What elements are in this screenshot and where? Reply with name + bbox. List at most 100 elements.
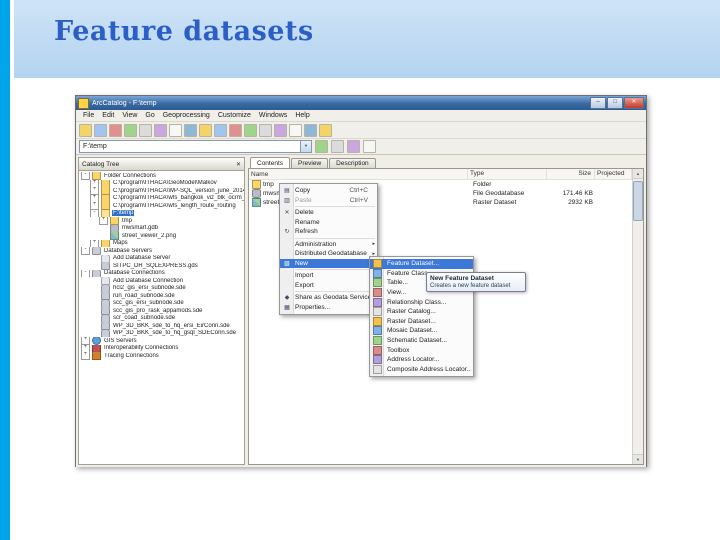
tree-item[interactable]: + Interoperability Connections: [79, 344, 244, 352]
tree-item[interactable]: - Database Connections: [79, 269, 244, 277]
context-menu-item[interactable]: ◆ Share as Geodata Service...: [280, 293, 377, 303]
window-titlebar[interactable]: ArcCatalog - F:\temp ‒ □ ✕: [76, 96, 646, 110]
new-submenu-item[interactable]: Toolbox: [370, 345, 473, 355]
context-menu-item[interactable]: ✕ Delete: [280, 208, 377, 218]
context-menu-item[interactable]: ▧New▸: [280, 258, 377, 268]
disconnect-folder-icon[interactable]: [109, 123, 122, 137]
tree-item[interactable]: Add Database Connection: [79, 277, 244, 285]
collapse-icon[interactable]: -: [90, 209, 99, 217]
tree-item[interactable]: scr_coad_subnode.sde: [79, 314, 244, 322]
tree-item[interactable]: + C:\program\ITHACA\wfs_bangkok_viz_blk_o…: [79, 194, 244, 202]
list-view-icon[interactable]: [184, 123, 197, 137]
tree-item[interactable]: - F:\temp: [79, 209, 244, 217]
new-submenu-item[interactable]: Relationship Class...: [370, 297, 473, 307]
tree-item[interactable]: WP_3D_BKK_sde_to_hq_ersi_EirConn.sde: [79, 322, 244, 330]
new-submenu-item[interactable]: Address Locator...: [370, 355, 473, 365]
column-header-size[interactable]: Size: [547, 169, 595, 179]
new-submenu-item[interactable]: Raster Dataset...: [370, 316, 473, 327]
menu-geoprocessing[interactable]: Geoprocessing: [159, 112, 214, 119]
tree-item[interactable]: + Tracing Connections: [79, 352, 244, 360]
expand-icon[interactable]: +: [81, 344, 90, 352]
arctoolbox-icon[interactable]: [289, 123, 302, 137]
menu-go[interactable]: Go: [141, 112, 158, 119]
context-menu-item[interactable]: Rename: [280, 218, 377, 228]
refresh-view-icon[interactable]: [347, 140, 360, 153]
copy-icon[interactable]: [124, 123, 137, 137]
menu-edit[interactable]: Edit: [98, 112, 118, 119]
expand-icon[interactable]: +: [81, 337, 90, 345]
collapse-icon[interactable]: -: [81, 269, 90, 277]
new-submenu-item[interactable]: Composite Address Locator...: [370, 364, 473, 375]
new-submenu-item[interactable]: Raster Catalog...: [370, 307, 473, 317]
column-header-type[interactable]: Type: [468, 169, 547, 179]
tree-item[interactable]: scc_gis_ersi_subnode.sde: [79, 299, 244, 307]
python-window-icon[interactable]: [259, 123, 272, 137]
expand-icon[interactable]: +: [90, 202, 99, 210]
tree-item[interactable]: run_road_subnode.sde: [79, 292, 244, 300]
tree-item[interactable]: + tmp: [79, 217, 244, 225]
scroll-thumb[interactable]: [633, 181, 643, 221]
menu-windows[interactable]: Windows: [255, 112, 291, 119]
new-submenu-item[interactable]: Schematic Dataset...: [370, 336, 473, 346]
expand-icon[interactable]: +: [90, 179, 99, 187]
tree-item[interactable]: - Folder Connections: [79, 172, 244, 180]
close-button[interactable]: ✕: [624, 97, 644, 109]
search-window-icon[interactable]: [274, 123, 287, 137]
tab-preview[interactable]: Preview: [291, 158, 329, 168]
up-arrow-icon[interactable]: [331, 140, 344, 153]
vertical-scrollbar[interactable]: ▲ ▼: [632, 169, 643, 464]
arcglobe-icon[interactable]: [304, 123, 317, 137]
expand-icon[interactable]: +: [81, 352, 90, 360]
column-header-projected[interactable]: Projected: [595, 169, 632, 179]
go-to-location-icon[interactable]: [315, 140, 328, 153]
expand-icon[interactable]: +: [99, 217, 108, 225]
tree-item[interactable]: + GIS Servers: [79, 337, 244, 345]
expand-icon[interactable]: +: [90, 194, 99, 202]
context-menu-item[interactable]: Export▸: [280, 281, 377, 291]
context-menu-item[interactable]: Administration ▸: [280, 240, 377, 250]
new-submenu-item[interactable]: Mosaic Dataset...: [370, 326, 473, 336]
tree-item[interactable]: hcl2_gis_ersi_subnode.sde: [79, 284, 244, 292]
menu-customize[interactable]: Customize: [214, 112, 255, 119]
tree-item[interactable]: + Maps: [79, 239, 244, 247]
details-view-icon[interactable]: [199, 123, 212, 137]
context-menu-item[interactable]: Import▸: [280, 271, 377, 281]
context-menu-item[interactable]: Distributed Geodatabase ▸: [280, 249, 377, 259]
tree-item[interactable]: street_viewer_2.png: [79, 232, 244, 240]
context-menu-item[interactable]: ▤ Copy Ctrl+C: [280, 186, 377, 196]
menu-file[interactable]: File: [79, 112, 98, 119]
maximize-button[interactable]: □: [607, 97, 623, 109]
collapse-icon[interactable]: -: [81, 172, 90, 180]
tab-description[interactable]: Description: [329, 158, 376, 168]
scroll-up-icon[interactable]: ▲: [633, 169, 643, 179]
tree-item[interactable]: SITPC_DR_SQLEXPRESS.gds: [79, 262, 244, 270]
menu-view[interactable]: View: [118, 112, 141, 119]
thumbnails-view-icon[interactable]: [214, 123, 227, 137]
tree-item[interactable]: mwsmart.gdb: [79, 224, 244, 232]
up-one-level-icon[interactable]: [79, 123, 92, 137]
context-menu-item[interactable]: ▥ Paste Ctrl+V: [280, 196, 377, 206]
location-combo[interactable]: F:\temp ▼: [79, 140, 312, 153]
panel-close-icon[interactable]: ✕: [236, 161, 241, 168]
tree-item[interactable]: scc_gis_pro_rask_appamods.sde: [79, 307, 244, 315]
tree-item[interactable]: WP_3D_BKK_sde_to_hq_gsql_SDEConn.sde: [79, 329, 244, 337]
paste-icon[interactable]: [139, 123, 152, 137]
tree-item[interactable]: + C:\program\ITHACA\WP-SQL_version_june_2…: [79, 187, 244, 195]
connect-folder-icon[interactable]: [94, 123, 107, 137]
tree-item[interactable]: + C:\program\ITHACA\wfs_length_route_rout…: [79, 202, 244, 210]
options-icon[interactable]: [363, 140, 376, 153]
help-icon[interactable]: [319, 123, 332, 137]
new-submenu-item[interactable]: Feature Dataset...: [370, 259, 473, 269]
launch-arcmap-icon[interactable]: [229, 123, 242, 137]
large-icons-view-icon[interactable]: [169, 123, 182, 137]
expand-icon[interactable]: +: [90, 187, 99, 195]
collapse-icon[interactable]: -: [81, 247, 90, 255]
delete-icon[interactable]: [154, 123, 167, 137]
context-menu-item[interactable]: ▦ Properties...: [280, 303, 377, 313]
combo-dropdown-icon[interactable]: ▼: [300, 141, 311, 152]
tree-item[interactable]: Add Database Server: [79, 254, 244, 262]
expand-icon[interactable]: +: [90, 239, 99, 247]
modelbuilder-icon[interactable]: [244, 123, 257, 137]
column-header-name[interactable]: Name: [249, 169, 468, 179]
tree-item[interactable]: - Database Servers: [79, 247, 244, 255]
